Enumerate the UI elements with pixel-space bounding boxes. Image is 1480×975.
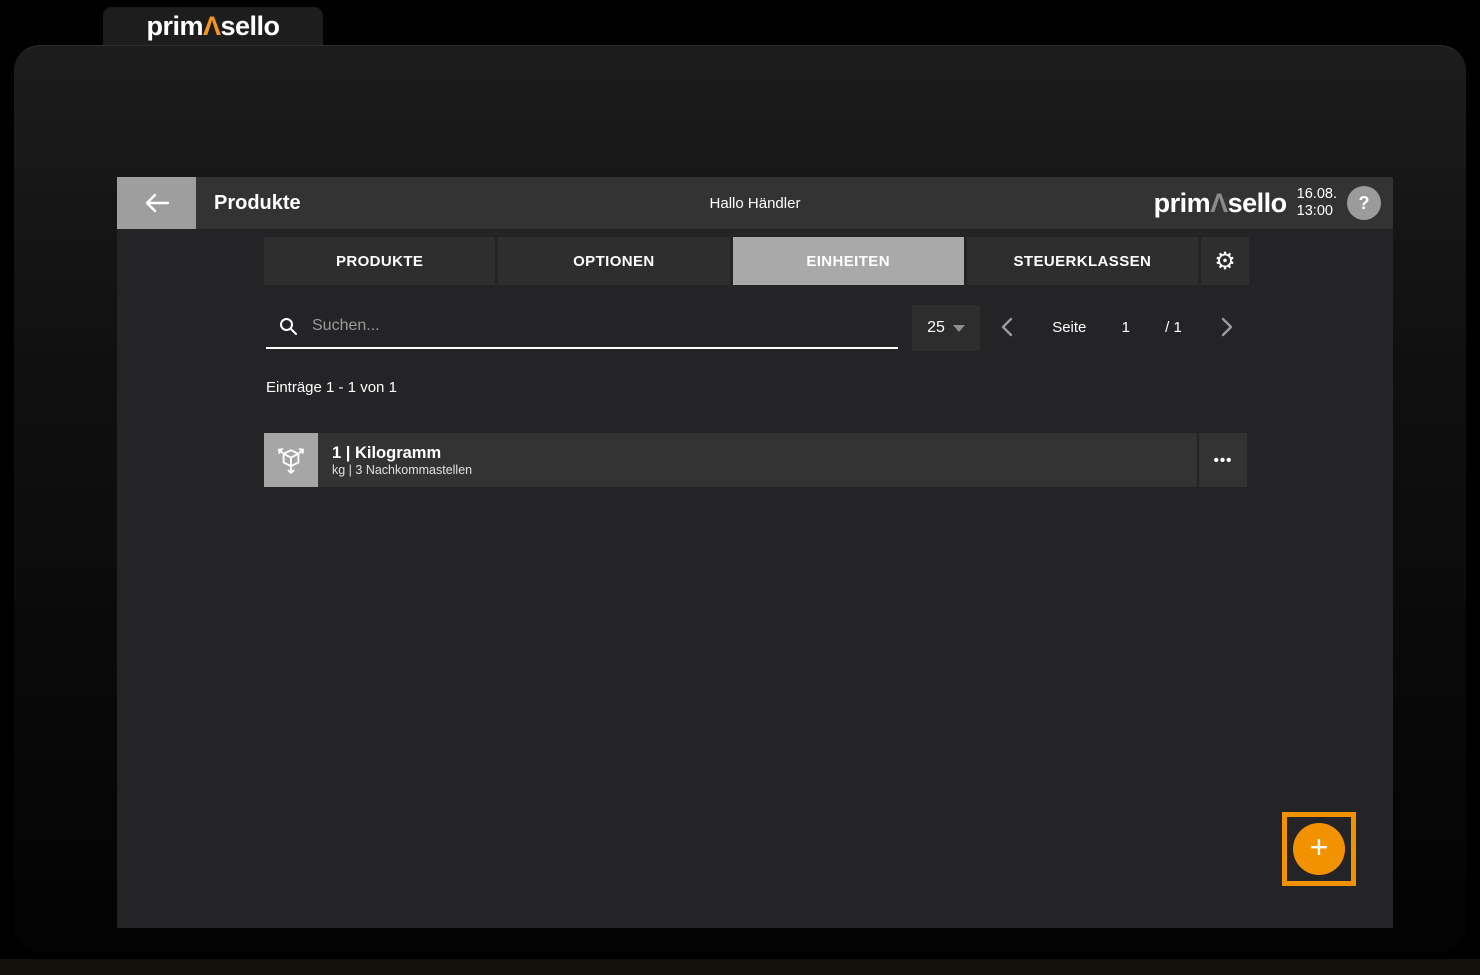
back-button[interactable] — [117, 177, 196, 229]
prev-page-button[interactable] — [997, 313, 1017, 341]
list-item-text: 1 | Kilogramm kg | 3 Nachkommastellen — [318, 443, 1197, 478]
merchant-greeting: Hallo Händler — [710, 195, 801, 212]
tab-produkte[interactable]: PRODUKTE — [264, 237, 495, 285]
bottom-edge-strip — [0, 959, 1480, 975]
chevron-down-icon — [953, 325, 965, 332]
pagination-current[interactable]: 1 — [1122, 319, 1130, 336]
page-size-value: 25 — [927, 319, 945, 337]
appbar: Produkte Hallo Händler primΛsello 16.08.… — [117, 177, 1393, 229]
item-actions-button[interactable]: ••• — [1197, 433, 1247, 487]
next-page-button[interactable] — [1217, 313, 1237, 341]
appbar-right-cluster: primΛsello 16.08. 13:00 ? — [1154, 177, 1381, 229]
logo-prefix: prim — [1154, 188, 1211, 218]
search-icon — [278, 316, 298, 336]
add-unit-button[interactable]: + — [1293, 823, 1345, 875]
tab-bar: PRODUKTE OPTIONEN EINHEITEN STEUERKLASSE… — [264, 237, 1249, 285]
search-input[interactable] — [312, 317, 852, 335]
primasello-logo-header: primΛsello — [1154, 190, 1287, 217]
pagination-label: Seite — [1052, 319, 1086, 336]
settings-button[interactable]: ⚙ — [1201, 237, 1249, 285]
app-window: Produkte Hallo Händler primΛsello 16.08.… — [14, 45, 1466, 953]
logo-prefix: prim — [146, 11, 203, 41]
list-item-subtitle: kg | 3 Nachkommastellen — [332, 463, 1197, 477]
help-button[interactable]: ? — [1347, 186, 1381, 220]
primasello-logo: primΛsello — [146, 13, 279, 40]
entries-summary: Einträge 1 - 1 von 1 — [266, 379, 397, 396]
search-field — [266, 305, 898, 349]
logo-lambda: Λ — [1210, 188, 1228, 218]
tab-optionen[interactable]: OPTIONEN — [498, 237, 729, 285]
browser-tab-primasello[interactable]: primΛsello — [103, 7, 323, 46]
chevron-right-icon — [1221, 317, 1233, 337]
gear-icon: ⚙ — [1214, 247, 1236, 275]
list-item-title: 1 | Kilogramm — [332, 443, 1197, 464]
chevron-left-icon — [1001, 317, 1013, 337]
unit-icon-tile — [264, 433, 318, 487]
logo-suffix: sello — [1228, 188, 1287, 218]
pagination: Seite 1 / 1 — [997, 303, 1237, 351]
ellipsis-icon: ••• — [1214, 452, 1233, 469]
logo-suffix: sello — [221, 11, 280, 41]
pagination-total: / 1 — [1165, 319, 1182, 336]
tab-einheiten[interactable]: EINHEITEN — [733, 237, 964, 285]
logo-accent-lambda: Λ — [203, 11, 221, 41]
list-item-kilogramm[interactable]: 1 | Kilogramm kg | 3 Nachkommastellen ••… — [264, 433, 1247, 487]
tab-steuerklassen[interactable]: STEUERKLASSEN — [967, 237, 1198, 285]
plus-icon: + — [1310, 831, 1329, 863]
page-title: Produkte — [214, 192, 301, 215]
datetime-display: 16.08. 13:00 — [1297, 186, 1337, 219]
page-size-select[interactable]: 25 — [912, 305, 980, 351]
time-text: 13:00 — [1297, 203, 1337, 220]
date-text: 16.08. — [1297, 186, 1337, 203]
content-panel: Produkte Hallo Händler primΛsello 16.08.… — [117, 177, 1393, 928]
cube-3d-icon — [276, 444, 306, 476]
fab-focus-outline: + — [1282, 812, 1356, 886]
arrow-left-icon — [144, 192, 170, 214]
